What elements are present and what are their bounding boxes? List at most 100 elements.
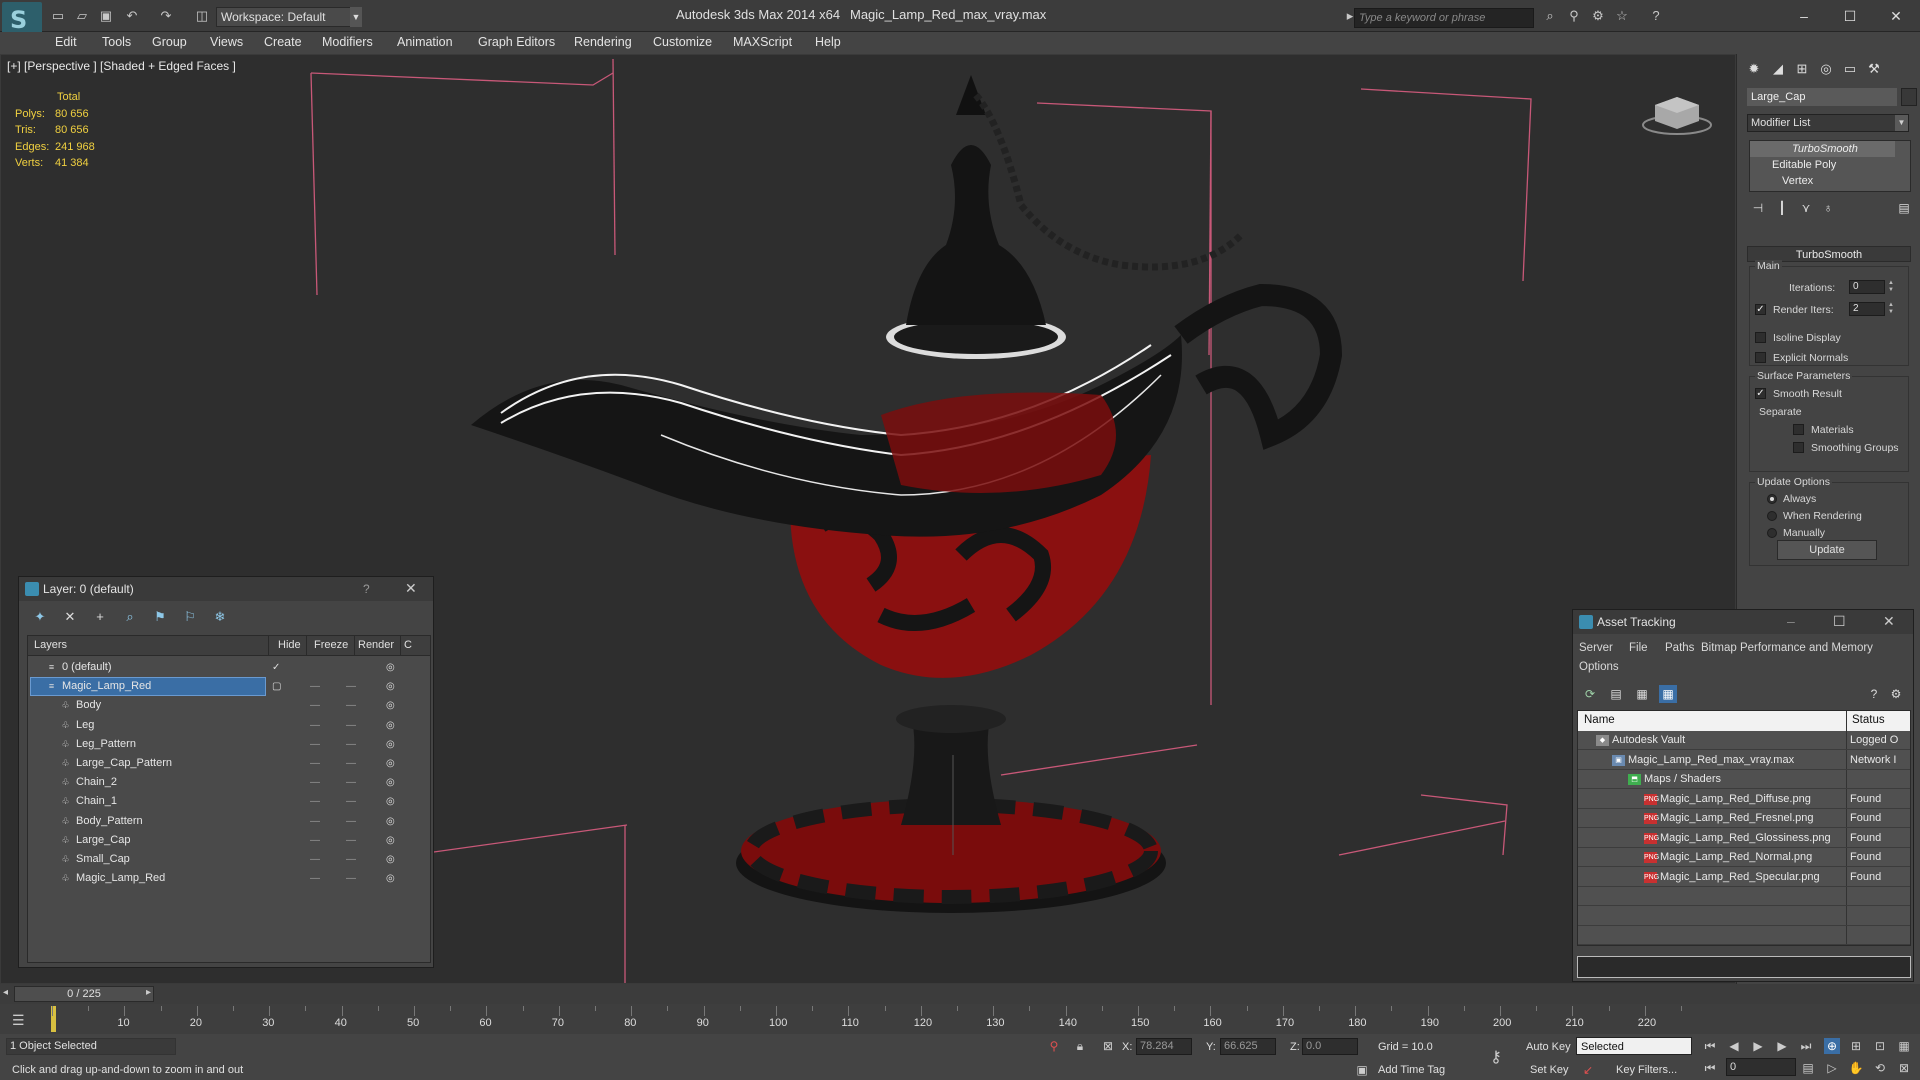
- hide-toggle[interactable]: —: [310, 869, 320, 888]
- asset-menu-file[interactable]: File: [1629, 642, 1648, 654]
- slider-left-arrow-icon[interactable]: ◂: [3, 987, 8, 998]
- freeze-toggle[interactable]: —: [346, 869, 356, 888]
- hide-toggle[interactable]: —: [310, 735, 320, 754]
- explicit-normals-checkbox[interactable]: [1755, 352, 1766, 363]
- asset-row[interactable]: ◆ Autodesk Vault Logged O: [1578, 731, 1910, 750]
- col-layers[interactable]: Layers: [34, 639, 67, 651]
- layer-row[interactable]: ♧ Small_Cap — — ◎: [28, 850, 428, 869]
- z-coordinate-field[interactable]: 0.0: [1302, 1038, 1358, 1055]
- set-key-key-icon[interactable]: ⚷: [1488, 1050, 1504, 1066]
- asset-row[interactable]: PNG Magic_Lamp_Red_Diffuse.png Found: [1578, 790, 1910, 809]
- hide-toggle[interactable]: —: [310, 716, 320, 735]
- asset-row[interactable]: PNG Magic_Lamp_Red_Specular.png Found: [1578, 868, 1910, 887]
- select-objects-icon[interactable]: ⌕: [121, 608, 139, 626]
- create-tab-icon[interactable]: ✹: [1743, 58, 1765, 80]
- close-button[interactable]: ✕: [1876, 4, 1916, 28]
- refresh-icon[interactable]: ⟳: [1581, 685, 1599, 703]
- favorites-star-icon[interactable]: ☆: [1614, 8, 1630, 24]
- menu-graph-editors[interactable]: Graph Editors: [478, 35, 555, 49]
- render-toggle-icon[interactable]: ◎: [386, 850, 395, 869]
- maximize-viewport-icon[interactable]: ⊠: [1896, 1060, 1912, 1076]
- mini-curve-editor-icon[interactable]: ☰: [12, 1012, 25, 1029]
- hide-toggle[interactable]: —: [310, 792, 320, 811]
- make-active-box-icon[interactable]: ▢: [272, 677, 281, 696]
- render-toggle-icon[interactable]: ◎: [386, 754, 395, 773]
- menu-help[interactable]: Help: [815, 35, 841, 49]
- menu-rendering[interactable]: Rendering: [574, 35, 632, 49]
- col-color[interactable]: C: [404, 639, 412, 651]
- isoline-display-checkbox[interactable]: [1755, 332, 1766, 343]
- highlight-layer-icon[interactable]: ⚑: [151, 608, 169, 626]
- chevron-down-icon[interactable]: ▼: [350, 7, 362, 27]
- layer-row[interactable]: ♧ Chain_2 — — ◎: [28, 773, 428, 792]
- freeze-toggle[interactable]: —: [346, 773, 356, 792]
- render-toggle-icon[interactable]: ◎: [386, 869, 395, 888]
- col-render[interactable]: Render: [358, 639, 394, 651]
- hide-toggle[interactable]: —: [310, 773, 320, 792]
- maximize-icon[interactable]: ☐: [1833, 613, 1846, 630]
- smooth-result-checkbox[interactable]: ✓: [1755, 388, 1766, 399]
- update-always-radio[interactable]: [1767, 494, 1777, 504]
- col-hide[interactable]: Hide: [278, 639, 301, 651]
- pan-icon[interactable]: ✋: [1848, 1060, 1864, 1076]
- freeze-toggle[interactable]: —: [346, 831, 356, 850]
- menu-animation[interactable]: Animation: [397, 35, 453, 49]
- render-toggle-icon[interactable]: ◎: [386, 792, 395, 811]
- layer-row[interactable]: ≡ Magic_Lamp_Red ▢ — — ◎: [28, 677, 428, 697]
- create-layer-icon[interactable]: ✦: [31, 608, 49, 626]
- iterations-spinner[interactable]: 0: [1849, 280, 1885, 294]
- menu-edit[interactable]: Edit: [55, 35, 77, 49]
- hide-toggle[interactable]: —: [310, 850, 320, 869]
- open-file-icon[interactable]: ▱: [74, 8, 90, 24]
- chevron-down-icon[interactable]: ▼: [1895, 115, 1908, 131]
- isolate-selection-icon[interactable]: ⚲: [1046, 1038, 1062, 1054]
- render-toggle-icon[interactable]: ◎: [386, 812, 395, 831]
- time-config-icon[interactable]: ▤: [1800, 1060, 1816, 1076]
- maximize-button[interactable]: ☐: [1830, 4, 1870, 28]
- viewport-label[interactable]: [+] [Perspective ] [Shaded + Edged Faces…: [7, 59, 236, 73]
- add-time-tag[interactable]: Add Time Tag: [1378, 1064, 1445, 1076]
- remove-modifier-icon[interactable]: ♁: [1821, 201, 1835, 217]
- spinner-arrows-icon[interactable]: ▲ ▼: [1887, 302, 1895, 316]
- asset-path-field[interactable]: [1577, 956, 1911, 978]
- redo-icon[interactable]: ↷: [158, 8, 174, 24]
- help-icon[interactable]: ?: [363, 582, 370, 596]
- asset-menu-bitmap-performance[interactable]: Bitmap Performance and Memory: [1701, 642, 1873, 654]
- layer-row[interactable]: ♧ Large_Cap — — ◎: [28, 831, 428, 850]
- update-button[interactable]: Update: [1777, 540, 1877, 560]
- freeze-toggle[interactable]: —: [346, 792, 356, 811]
- project-folder-icon[interactable]: ◫: [194, 8, 210, 24]
- menu-create[interactable]: Create: [264, 35, 302, 49]
- asset-row[interactable]: ▣ Magic_Lamp_Red_max_vray.max Network I: [1578, 751, 1910, 770]
- freeze-toggle[interactable]: —: [346, 812, 356, 831]
- help-icon[interactable]: ?: [1865, 685, 1883, 703]
- undo-icon[interactable]: ↶: [124, 8, 140, 24]
- modifier-list-dropdown[interactable]: Modifier List: [1747, 114, 1909, 132]
- stack-item-vertex[interactable]: Vertex: [1750, 173, 1895, 189]
- stack-item-turbosmooth[interactable]: TurboSmooth: [1750, 141, 1895, 157]
- menu-modifiers[interactable]: Modifiers: [322, 35, 373, 49]
- menu-tools[interactable]: Tools: [102, 35, 131, 49]
- asset-row[interactable]: PNG Magic_Lamp_Red_Normal.png Found: [1578, 848, 1910, 867]
- next-frame-icon[interactable]: ▶: [1774, 1038, 1790, 1054]
- make-unique-icon[interactable]: ⋎: [1799, 201, 1813, 217]
- hide-toggle[interactable]: —: [310, 754, 320, 773]
- zoom-icon[interactable]: ⊕: [1824, 1038, 1840, 1054]
- frame-counter[interactable]: 0 / 225: [14, 986, 154, 1002]
- col-name[interactable]: Name: [1584, 714, 1615, 726]
- y-coordinate-field[interactable]: 66.625: [1220, 1038, 1276, 1055]
- menu-maxscript[interactable]: MAXScript: [733, 35, 792, 49]
- render-toggle-icon[interactable]: ◎: [386, 773, 395, 792]
- render-toggle-icon[interactable]: ◎: [386, 716, 395, 735]
- asset-menu-paths[interactable]: Paths: [1665, 642, 1694, 654]
- time-slider[interactable]: ◂ 0 / 225 ▸: [0, 984, 1920, 1004]
- update-manually-radio[interactable]: [1767, 528, 1777, 538]
- render-toggle-icon[interactable]: ◎: [386, 735, 395, 754]
- x-coordinate-field[interactable]: 78.284: [1136, 1038, 1192, 1055]
- orbit-icon[interactable]: ⟲: [1872, 1060, 1888, 1076]
- play-icon[interactable]: ▶: [1750, 1038, 1766, 1054]
- modify-tab-icon[interactable]: ◢: [1767, 58, 1789, 80]
- selection-lock-icon[interactable]: 🔒︎: [1072, 1038, 1088, 1054]
- utilities-tab-icon[interactable]: ⚒: [1863, 58, 1885, 80]
- asset-menu-options[interactable]: Options: [1579, 661, 1619, 673]
